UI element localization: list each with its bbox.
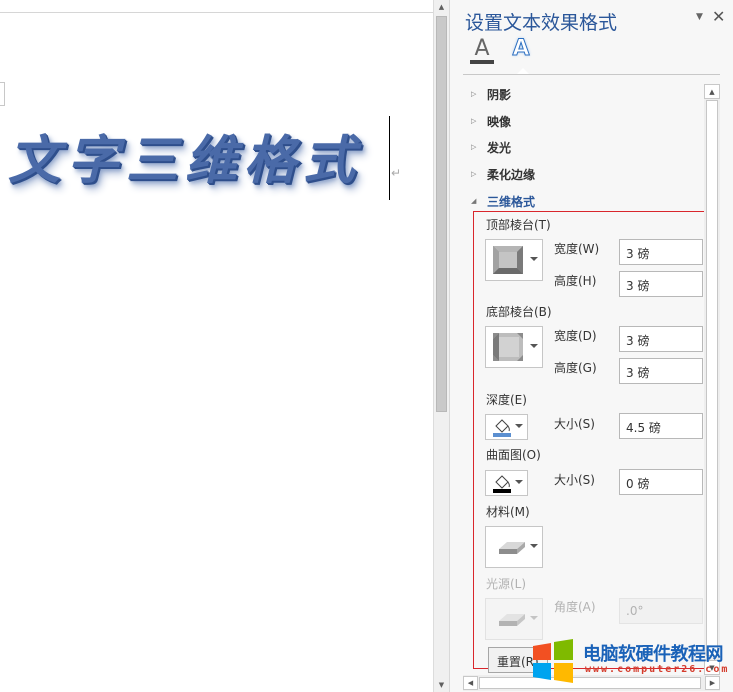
expand-triangle-icon: ▷: [471, 170, 477, 178]
document-canvas[interactable]: 文字三维格式 ↵: [0, 0, 433, 692]
pane-close-icon[interactable]: ✕: [712, 7, 725, 26]
text-boundary-mark: [0, 82, 5, 106]
pane-scroll-thumb[interactable]: [706, 100, 718, 656]
section-label: 三维格式: [487, 194, 536, 209]
lighting-label: 光源(L): [486, 577, 527, 591]
expand-triangle-icon: ▷: [471, 143, 477, 151]
pane-vertical-scrollbar[interactable]: ▲ ▼: [704, 84, 720, 675]
section-label: 阴影: [487, 87, 512, 102]
top-bevel-height-field[interactable]: 3 磅: [619, 271, 703, 297]
pane-options-dropdown-icon[interactable]: ▼: [696, 12, 703, 22]
contour-size-label: 大小(S): [554, 473, 595, 487]
watermark-url: www.computer26.com: [585, 664, 730, 675]
wordart-text[interactable]: 文字三维格式: [8, 118, 362, 193]
material-gallery-button[interactable]: [485, 526, 543, 568]
bottom-bevel-label: 底部棱台(B): [486, 305, 552, 319]
lighting-angle-label: 角度(A): [554, 600, 596, 614]
material-label: 材料(M): [486, 505, 530, 519]
scroll-up-arrow-icon[interactable]: ▲: [434, 0, 449, 14]
paragraph-mark: ↵: [391, 166, 402, 180]
expand-triangle-icon: ▷: [471, 117, 477, 125]
chevron-down-icon: [515, 480, 523, 484]
watermark-title: 电脑软硬件教程网: [583, 644, 724, 665]
contour-size-field[interactable]: 0 磅: [619, 469, 703, 495]
bottom-bevel-gallery-button[interactable]: [485, 326, 543, 368]
bottom-bevel-height-label: 高度(G): [554, 361, 597, 375]
bevel-preview-icon: [493, 246, 523, 274]
text-fill-underbar: [470, 60, 494, 64]
depth-size-label: 大小(S): [554, 417, 595, 431]
windows-logo-icon: [533, 639, 573, 683]
section-label: 柔化边缘: [487, 167, 536, 182]
pane-title: 设置文本效果格式: [465, 12, 618, 34]
contour-label: 曲面图(O): [486, 448, 541, 462]
text-cursor: [389, 116, 390, 200]
paint-bucket-icon: [493, 475, 511, 493]
material-preview-icon: [499, 542, 525, 554]
tab-text-effects[interactable]: A: [507, 36, 535, 62]
text-fill-icon: A: [474, 36, 490, 61]
lighting-angle-field: .0°: [619, 598, 703, 624]
top-bevel-width-field[interactable]: 3 磅: [619, 239, 703, 265]
section-label: 映像: [487, 114, 512, 129]
paint-bucket-icon: [493, 419, 511, 437]
tab-text-fill-outline[interactable]: A: [468, 36, 496, 64]
section-glow[interactable]: ▷ 发光: [463, 137, 511, 157]
depth-color-button[interactable]: [485, 414, 528, 440]
chevron-down-icon: [530, 344, 538, 348]
section-soft-edges[interactable]: ▷ 柔化边缘: [463, 164, 535, 184]
section-reflection[interactable]: ▷ 映像: [463, 111, 511, 131]
bottom-bevel-height-field[interactable]: 3 磅: [619, 358, 703, 384]
scroll-up-arrow-icon[interactable]: ▲: [704, 84, 720, 99]
section-3d-format[interactable]: ◢ 三维格式: [463, 191, 535, 211]
expand-triangle-icon: ▷: [471, 90, 477, 98]
contour-color-button[interactable]: [485, 470, 528, 496]
top-bevel-label: 顶部棱台(T): [486, 218, 551, 232]
top-bevel-height-label: 高度(H): [554, 274, 597, 288]
document-vertical-scrollbar[interactable]: ▲ ▼: [433, 0, 449, 692]
page-top-edge: [0, 12, 433, 13]
scroll-down-arrow-icon[interactable]: ▼: [434, 678, 449, 692]
bevel-preview-icon: [493, 333, 523, 361]
scroll-left-arrow-icon[interactable]: ◀: [463, 676, 478, 690]
pane-content: ▷ 阴影 ▷ 映像 ▷ 发光 ▷ 柔化边缘 ◢ 三维格式 顶部棱台(T) 宽度(…: [463, 80, 718, 675]
depth-size-field[interactable]: 4.5 磅: [619, 413, 703, 439]
format-text-effects-pane: 设置文本效果格式 ▼ ✕ A A ▷ 阴影 ▷ 映像 ▷ 发光 ▷ 柔化边缘 ◢…: [449, 0, 733, 692]
text-effects-icon: A: [512, 36, 530, 62]
pane-divider: [463, 74, 720, 75]
chevron-down-icon: [530, 616, 538, 620]
section-label: 发光: [487, 140, 512, 155]
site-watermark: 电脑软硬件教程网 www.computer26.com: [527, 634, 733, 690]
lighting-preview-icon: [499, 614, 525, 626]
collapse-triangle-icon: ◢: [471, 197, 477, 205]
chevron-down-icon: [530, 257, 538, 261]
chevron-down-icon: [515, 424, 523, 428]
top-bevel-width-label: 宽度(W): [554, 242, 600, 256]
chevron-down-icon: [530, 544, 538, 548]
scroll-thumb[interactable]: [436, 16, 447, 412]
section-shadow[interactable]: ▷ 阴影: [463, 84, 511, 104]
top-bevel-gallery-button[interactable]: [485, 239, 543, 281]
depth-label: 深度(E): [486, 393, 527, 407]
bottom-bevel-width-field[interactable]: 3 磅: [619, 326, 703, 352]
bottom-bevel-width-label: 宽度(D): [554, 329, 597, 343]
